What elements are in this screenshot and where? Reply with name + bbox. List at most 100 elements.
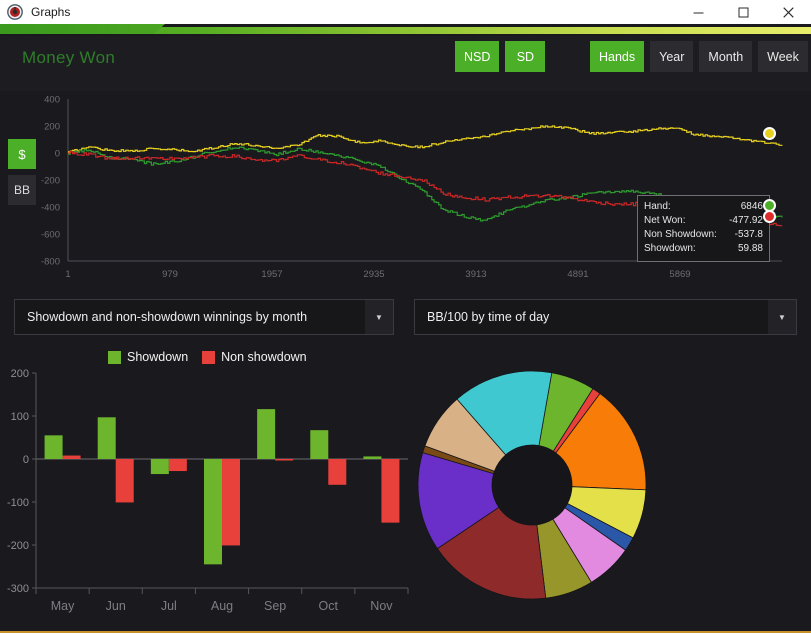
period-hands-button[interactable]: Hands <box>590 41 645 72</box>
legend-swatch <box>202 350 216 364</box>
line-series-showdown <box>68 125 783 153</box>
tooltip-row: Hand: 6846 <box>644 200 763 214</box>
legend-swatch <box>108 350 121 364</box>
currency-dollar-toggle[interactable]: $ <box>8 139 36 169</box>
bb100-by-time-of-day-chart[interactable] <box>408 343 811 633</box>
hover-tooltip: Hand: 6846 Net Won: -477.92 Non Showdown… <box>637 195 770 262</box>
maximize-button[interactable] <box>721 0 766 24</box>
series-end-marker-non-showdown <box>763 210 776 223</box>
y-axis-tick-label: -600 <box>41 230 60 241</box>
y-axis-tick-label: 200 <box>44 122 60 133</box>
series-end-marker-showdown <box>763 127 776 140</box>
legend-label: Showdown <box>127 350 189 364</box>
pie-chart-canvas <box>417 370 647 600</box>
window-title: Graphs <box>31 5 71 19</box>
bar-y-axis-tick-label: 100 <box>11 411 29 423</box>
sd-button[interactable]: SD <box>505 41 546 72</box>
chart-selector-row: Showdown and non-showdown winnings by mo… <box>0 291 811 343</box>
bar-y-axis-tick-label: 0 <box>23 454 29 466</box>
bar-may-non-showdown[interactable] <box>62 455 81 459</box>
x-axis-tick-label: 4891 <box>567 269 588 280</box>
donut-hole <box>492 445 572 525</box>
bar-chart-legend: Showdown Non showdown <box>108 350 307 364</box>
x-axis-tick-label: 1 <box>65 269 70 280</box>
bar-x-axis-tick-label: Sep <box>264 599 286 613</box>
legend-item-non-showdown: Non showdown <box>202 350 307 364</box>
bar-jul-non-showdown[interactable] <box>168 459 187 472</box>
bar-chart-canvas: 200 100 0 -100 -200 -300 May Jun Jul Aug Sep Oct Nov <box>7 368 409 613</box>
y-axis-tick-label: -200 <box>41 176 60 187</box>
minimize-button[interactable] <box>676 0 721 24</box>
bar-x-axis-tick-label: Jun <box>106 599 126 613</box>
bottom-charts-area: Showdown Non showdown 200 100 0 -100 -200 -30… <box>0 343 811 633</box>
window-controls <box>676 0 811 24</box>
stat-filter-group: NSD SD <box>455 41 546 72</box>
tooltip-label: Showdown: <box>644 243 696 254</box>
pie-chart-selector-value: BB/100 by time of day <box>427 310 550 324</box>
big-blind-toggle[interactable]: BB <box>8 175 36 205</box>
tooltip-row: Net Won: -477.92 <box>644 214 763 228</box>
x-axis-tick-label: 1957 <box>261 269 282 280</box>
tooltip-label: Hand: <box>644 201 671 212</box>
tooltip-row: Showdown: 59.88 <box>644 242 763 256</box>
tooltip-value: -537.8 <box>734 229 763 240</box>
bar-sep-showdown[interactable] <box>257 409 276 459</box>
monthly-showdown-chart[interactable]: Showdown Non showdown 200 100 0 -100 -200 -30… <box>0 343 420 633</box>
poker-chip-icon <box>7 4 23 20</box>
y-axis-tick-label: 0 <box>55 149 60 160</box>
x-axis-tick-label: 5869 <box>669 269 690 280</box>
x-axis-tick-label: 3913 <box>465 269 486 280</box>
bar-oct-showdown[interactable] <box>310 430 329 459</box>
bar-x-axis-tick-label: Aug <box>211 599 233 613</box>
tooltip-value: -477.92 <box>729 215 763 226</box>
bar-x-axis-tick-label: Oct <box>319 599 339 613</box>
bar-may-showdown[interactable] <box>44 435 63 459</box>
tooltip-label: Net Won: <box>644 215 686 226</box>
bar-nov-non-showdown[interactable] <box>381 459 400 523</box>
bar-jun-non-showdown[interactable] <box>115 459 134 503</box>
unit-toggle-group: $ BB <box>8 139 36 211</box>
bar-aug-non-showdown[interactable] <box>222 459 240 546</box>
bar-y-axis-tick-label: -200 <box>7 540 29 552</box>
y-axis-tick-label: 400 <box>44 95 60 106</box>
x-axis-tick-label: 979 <box>162 269 178 280</box>
legend-label: Non showdown <box>221 350 307 364</box>
bar-x-axis-tick-label: Nov <box>370 599 393 613</box>
chart-header: Money Won NSD SD Hands Year Month Week <box>0 36 811 91</box>
bar-chart-selector-value: Showdown and non-showdown winnings by mo… <box>27 310 308 324</box>
period-year-button[interactable]: Year <box>650 41 694 72</box>
nsd-button[interactable]: NSD <box>455 41 500 72</box>
accent-active-tab-marker <box>0 24 165 34</box>
bar-nov-showdown[interactable] <box>363 456 382 459</box>
money-won-chart[interactable]: $ BB 400 200 0 -200 -400 -600 -800 1 979 1957 2935… <box>0 91 811 291</box>
tooltip-value: 6846 <box>740 201 763 212</box>
tooltip-value: 59.88 <box>737 243 763 254</box>
window-titlebar: Graphs <box>0 0 811 24</box>
bar-sep-non-showdown[interactable] <box>275 459 294 461</box>
accent-strip <box>0 24 811 36</box>
bar-aug-showdown[interactable] <box>204 459 222 565</box>
bar-y-axis-tick-label: -100 <box>7 497 29 509</box>
legend-item-showdown: Showdown <box>108 350 188 364</box>
bar-x-axis-tick-label: May <box>51 599 75 613</box>
bar-oct-non-showdown[interactable] <box>328 459 347 485</box>
bar-x-axis-tick-label: Jul <box>161 599 177 613</box>
period-filter-group: Hands Year Month Week <box>590 41 808 72</box>
bar-y-axis-tick-label: 200 <box>11 368 29 380</box>
bar-jun-showdown[interactable] <box>97 417 116 459</box>
tooltip-row: Non Showdown: -537.8 <box>644 228 763 242</box>
tooltip-label: Non Showdown: <box>644 229 717 240</box>
chevron-down-icon[interactable]: ▼ <box>365 300 393 334</box>
period-month-button[interactable]: Month <box>699 41 753 72</box>
chevron-down-icon[interactable]: ▼ <box>768 300 796 334</box>
page-title: Money Won <box>22 48 116 67</box>
y-axis-tick-label: -800 <box>41 257 60 268</box>
bar-y-axis-tick-label: -300 <box>7 583 29 595</box>
x-axis-tick-label: 2935 <box>363 269 384 280</box>
period-week-button[interactable]: Week <box>758 41 808 72</box>
y-axis-tick-label: -400 <box>41 203 60 214</box>
bar-chart-selector[interactable]: Showdown and non-showdown winnings by mo… <box>14 299 394 335</box>
close-button[interactable] <box>766 0 811 24</box>
bar-jul-showdown[interactable] <box>150 459 169 475</box>
pie-chart-selector[interactable]: BB/100 by time of day ▼ <box>414 299 797 335</box>
